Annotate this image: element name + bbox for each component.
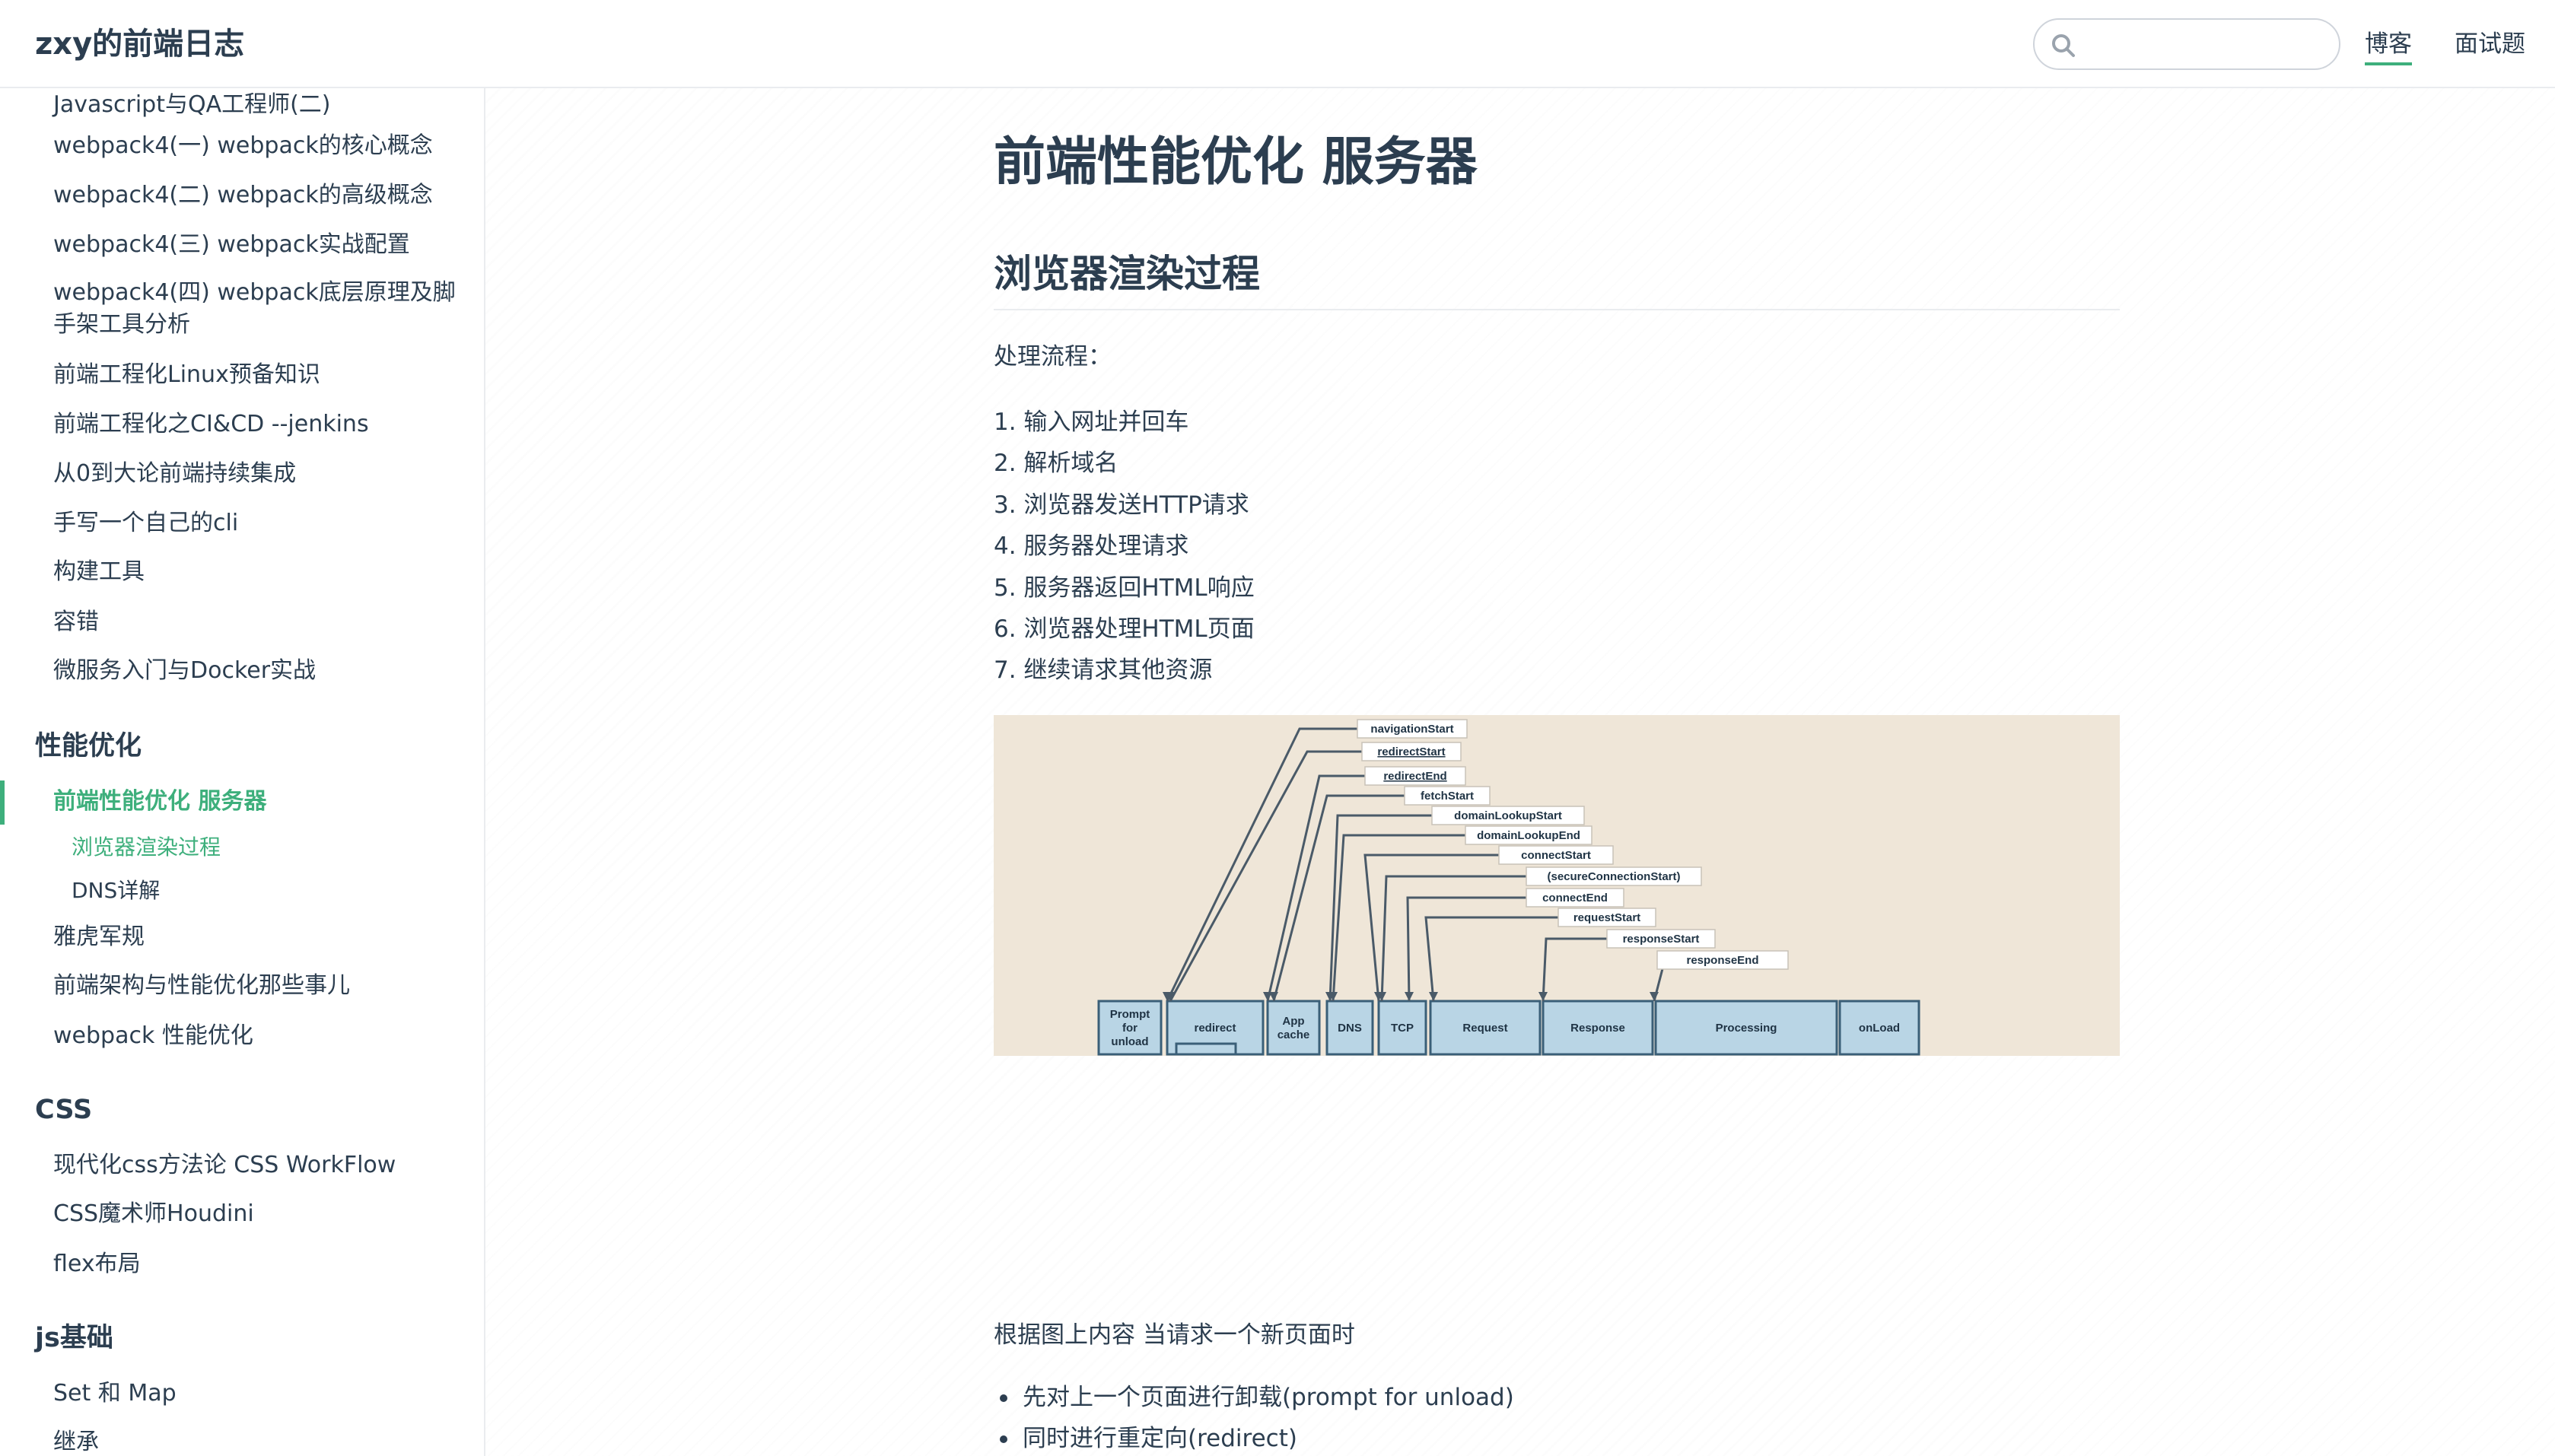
nav-link-blog[interactable]: 博客: [2365, 23, 2412, 65]
sidebar-item[interactable]: 构建工具: [53, 555, 145, 589]
event-label: navigationStart: [1370, 723, 1453, 736]
sidebar-item[interactable]: 从0到大论前端持续集成: [53, 457, 296, 491]
timing-diagram: Prompt for unload redirect App cache DNS TCP Req…: [994, 715, 2120, 1056]
event-label: fetchStart: [1421, 790, 1474, 803]
active-indicator: [0, 780, 5, 825]
sidebar-item[interactable]: webpack 性能优化: [53, 1019, 253, 1053]
sidebar-item[interactable]: webpack4(四) webpack底层原理及脚手架工具分析: [53, 277, 464, 341]
sidebar-subitem-active[interactable]: 浏览器渲染过程: [72, 832, 221, 863]
list-item: 3. 浏览器发送HTTP请求: [994, 491, 1249, 519]
sidebar-group-js[interactable]: js基础: [35, 1319, 113, 1357]
event-label: responseStart: [1623, 933, 1700, 946]
nav-link-interview[interactable]: 面试题: [2455, 23, 2525, 65]
sidebar-group-css[interactable]: CSS: [35, 1091, 92, 1129]
sidebar-item-active[interactable]: 前端性能优化 服务器: [53, 785, 266, 819]
list-item: 4. 服务器处理请求: [994, 532, 1189, 561]
phase-label: TCP: [1391, 1022, 1414, 1035]
timing-diagram-svg: Promptforunload redirect Appcache DNS TCP Req…: [994, 715, 2120, 1056]
event-label: domainLookupStart: [1454, 809, 1562, 822]
sidebar-item[interactable]: webpack4(一) webpack的核心概念: [53, 129, 433, 163]
list-item: 先对上一个页面进行卸载(prompt for unload): [994, 1377, 1514, 1418]
sidebar-item[interactable]: 前端架构与性能优化那些事儿: [53, 969, 350, 1003]
paragraph: 根据图上内容 当请求一个新页面时: [994, 1321, 1355, 1349]
sidebar-item[interactable]: 雅虎军规: [53, 920, 145, 954]
sidebar-item[interactable]: 容错: [53, 606, 99, 639]
event-label: redirectEnd: [1383, 770, 1446, 783]
sidebar-item[interactable]: 前端工程化之CI&CD --jenkins: [53, 408, 369, 441]
phase-box: [1266, 1000, 1321, 1056]
event-label: redirectStart: [1377, 745, 1445, 758]
list-item: 6. 浏览器处理HTML页面: [994, 615, 1255, 644]
phase-label: onLoad: [1859, 1022, 1900, 1035]
phase-label: for: [1122, 1022, 1138, 1035]
phase-label: redirect: [1194, 1022, 1236, 1035]
list-item: 7. 继续请求其他资源: [994, 656, 1213, 685]
sidebar-item[interactable]: webpack4(二) webpack的高级概念: [53, 179, 433, 212]
sidebar-group-perf[interactable]: 性能优化: [35, 727, 142, 765]
search-icon: [2052, 34, 2075, 57]
phase-label: Processing: [1716, 1022, 1777, 1035]
list-item: 同时进行重定向(redirect): [994, 1418, 1514, 1456]
list-item: 2. 解析域名: [994, 450, 1118, 478]
sidebar-subitem[interactable]: DNS详解: [72, 876, 160, 906]
phase-label: Prompt: [1110, 1008, 1150, 1021]
main-content: 前端性能优化 服务器 浏览器渲染过程 处理流程： 1. 输入网址并回车 2. 解…: [994, 88, 2120, 1456]
sidebar-item[interactable]: Javascript与QA工程师(二): [53, 88, 331, 122]
page-title: 前端性能优化 服务器: [994, 132, 1478, 192]
event-label: connectEnd: [1542, 892, 1608, 904]
sidebar-item[interactable]: webpack4(三) webpack实战配置: [53, 228, 410, 262]
list-item: 1. 输入网址并回车: [994, 409, 1189, 436]
sidebar-item[interactable]: 手写一个自己的cli: [53, 507, 238, 540]
phase-label: App: [1282, 1015, 1304, 1028]
site-name-link[interactable]: zxy的前端日志: [35, 21, 244, 67]
section-heading[interactable]: 浏览器渲染过程: [994, 245, 1260, 303]
event-label: (secureConnectionStart): [1547, 870, 1680, 883]
list-item: 5. 服务器返回HTML响应: [994, 574, 1255, 602]
bullet-list: 先对上一个页面进行卸载(prompt for unload) 同时进行重定向(r…: [994, 1377, 1514, 1456]
search-box[interactable]: [2033, 18, 2340, 70]
phase-label: Request: [1462, 1022, 1507, 1035]
sidebar-item[interactable]: 微服务入门与Docker实战: [53, 654, 316, 688]
phase-label: cache: [1278, 1028, 1310, 1041]
navbar: zxy的前端日志 博客 面试题 自: [0, 0, 2555, 88]
phase-label: DNS: [1338, 1022, 1362, 1035]
event-label: requestStart: [1573, 911, 1640, 924]
sidebar-item[interactable]: 前端工程化Linux预备知识: [53, 358, 320, 392]
steps-list: 1. 输入网址并回车 2. 解析域名 3. 浏览器发送HTTP请求 4. 服务器…: [994, 402, 1255, 691]
sidebar-item[interactable]: 继承: [53, 1426, 99, 1456]
intro-text: 处理流程：: [994, 343, 1112, 370]
nav-links: 博客 面试题 自: [2365, 23, 2555, 65]
heading-divider: [994, 309, 2120, 310]
phase-label: Response: [1570, 1022, 1625, 1035]
event-label: responseEnd: [1686, 954, 1758, 967]
event-label: domainLookupEnd: [1477, 829, 1580, 842]
sidebar-item[interactable]: flex布局: [53, 1248, 141, 1281]
sidebar-item[interactable]: Set 和 Map: [53, 1377, 177, 1410]
event-label: connectStart: [1521, 849, 1591, 862]
sidebar: Javascript与QA工程师(二) webpack4(一) webpack的…: [0, 88, 485, 1456]
search-input[interactable]: [2088, 25, 2324, 63]
sidebar-item[interactable]: CSS魔术师Houdini: [53, 1197, 254, 1231]
sidebar-item[interactable]: 现代化css方法论 CSS WorkFlow: [53, 1149, 396, 1182]
phase-label: unload: [1111, 1035, 1148, 1048]
nav-link-more[interactable]: 自: [2552, 23, 2555, 65]
